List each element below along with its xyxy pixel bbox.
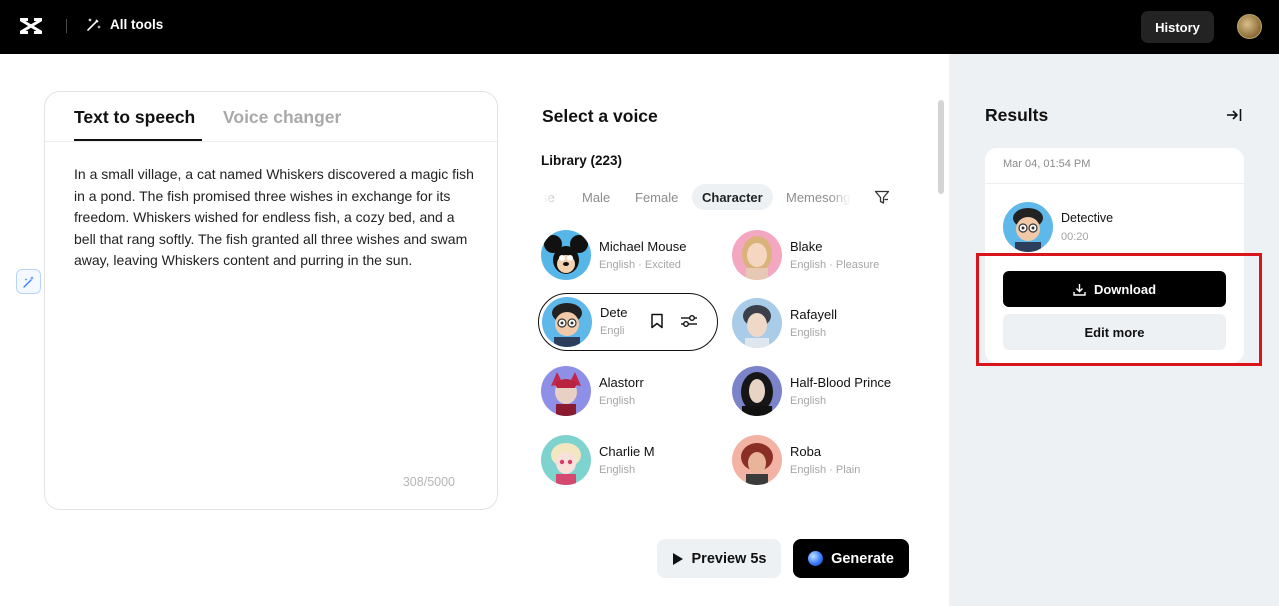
voice-meta: English · Excited: [599, 259, 681, 271]
voice-item-charlie-m[interactable]: Charlie M English: [541, 435, 721, 489]
top-bar: All tools History: [0, 0, 1279, 54]
sparkle-wand-icon: [22, 275, 34, 288]
filters-fade-right: [830, 184, 860, 210]
voice-item-blake[interactable]: Blake English · Pleasure: [732, 230, 912, 284]
all-tools-label: All tools: [110, 16, 164, 32]
edit-more-button[interactable]: Edit more: [1003, 314, 1226, 350]
filters-fade-left: [537, 184, 565, 210]
voice-avatar: [541, 366, 591, 416]
voice-list-scrollbar[interactable]: [938, 100, 944, 194]
voice-meta: English: [599, 464, 636, 476]
voice-avatar: [732, 366, 782, 416]
voice-avatar: [732, 298, 782, 348]
generate-button[interactable]: Generate: [793, 539, 909, 578]
script-textarea[interactable]: In a small village, a cat named Whiskers…: [74, 164, 474, 272]
voice-meta: Engli: [600, 325, 625, 337]
voice-meta: English: [790, 327, 827, 339]
select-voice-title: Select a voice: [542, 106, 658, 126]
voice-item-rafayell[interactable]: Rafayell English: [732, 298, 912, 352]
voice-avatar: [732, 230, 782, 280]
voice-avatar: [542, 297, 592, 347]
magic-wand-icon: [87, 18, 101, 31]
tab-voice-changer[interactable]: Voice changer: [223, 107, 341, 128]
voice-list-fade: [530, 498, 935, 516]
voice-name: Rafayell: [790, 307, 837, 322]
library-count-label: Library (223): [541, 153, 623, 168]
voice-avatar: [541, 435, 591, 485]
collapse-panel-icon[interactable]: [1226, 107, 1242, 123]
all-tools-button[interactable]: All tools: [86, 16, 163, 32]
active-tab-indicator: [74, 139, 202, 141]
play-icon: [672, 552, 683, 565]
generate-orb-icon: [808, 551, 824, 566]
result-voice-avatar: [1003, 202, 1053, 252]
filter-funnel-icon[interactable]: [874, 189, 890, 205]
voice-name: Charlie M: [599, 444, 655, 459]
result-duration: 00:20: [1061, 231, 1089, 243]
voice-item-alastorr[interactable]: Alastorr English: [541, 366, 721, 420]
voice-name: Dete: [600, 305, 628, 320]
capcut-logo-icon[interactable]: [19, 15, 43, 37]
voice-name: Blake: [790, 239, 823, 254]
history-button[interactable]: History: [1141, 11, 1214, 43]
voice-item-michael-mouse[interactable]: Michael Mouse English · Excited: [541, 230, 721, 284]
result-voice-name: Detective: [1061, 211, 1114, 225]
generate-label: Generate: [831, 550, 894, 567]
voice-name: Roba: [790, 444, 822, 459]
voice-item-half-blood-prince[interactable]: Half-Blood Prince English: [732, 366, 912, 420]
voice-item-detective-selected[interactable]: Dete Engli: [538, 293, 718, 351]
filter-chip-male[interactable]: Male: [572, 184, 620, 210]
mode-tabs: Text to speech Voice changer: [45, 92, 497, 142]
tab-text-to-speech[interactable]: Text to speech: [74, 107, 195, 128]
user-avatar[interactable]: [1237, 14, 1262, 39]
filter-chip-character[interactable]: Character: [692, 184, 773, 210]
voice-name: Alastorr: [599, 375, 644, 390]
voice-name: Half-Blood Prince: [790, 375, 892, 390]
voice-settings-sliders-icon[interactable]: [679, 311, 699, 331]
voice-avatar: [541, 230, 591, 280]
results-title: Results: [985, 105, 1049, 125]
download-icon: [1073, 283, 1086, 296]
character-count: 308/5000: [402, 475, 455, 489]
voice-name: Michael Mouse: [599, 239, 687, 254]
voice-avatar: [732, 435, 782, 485]
preview-button[interactable]: Preview 5s: [657, 539, 781, 578]
result-timestamp: Mar 04, 01:54 PM: [1003, 158, 1091, 170]
bookmark-icon[interactable]: [647, 311, 667, 331]
filter-chip-female[interactable]: Female: [625, 184, 688, 210]
ai-rewrite-button[interactable]: [16, 269, 41, 294]
result-divider: [985, 183, 1244, 184]
download-label: Download: [1093, 281, 1157, 297]
voice-meta: English: [790, 395, 827, 407]
text-editor-card: Text to speech Voice changer In a small …: [44, 91, 498, 510]
voice-item-roba[interactable]: Roba English · Plain: [732, 435, 912, 489]
preview-label: Preview 5s: [691, 550, 767, 567]
download-button[interactable]: Download: [1003, 271, 1226, 307]
voice-meta: English · Plain: [790, 464, 861, 476]
topbar-divider: [66, 19, 67, 33]
voice-meta: English · Pleasure: [790, 259, 880, 271]
voice-meta: English: [599, 395, 636, 407]
